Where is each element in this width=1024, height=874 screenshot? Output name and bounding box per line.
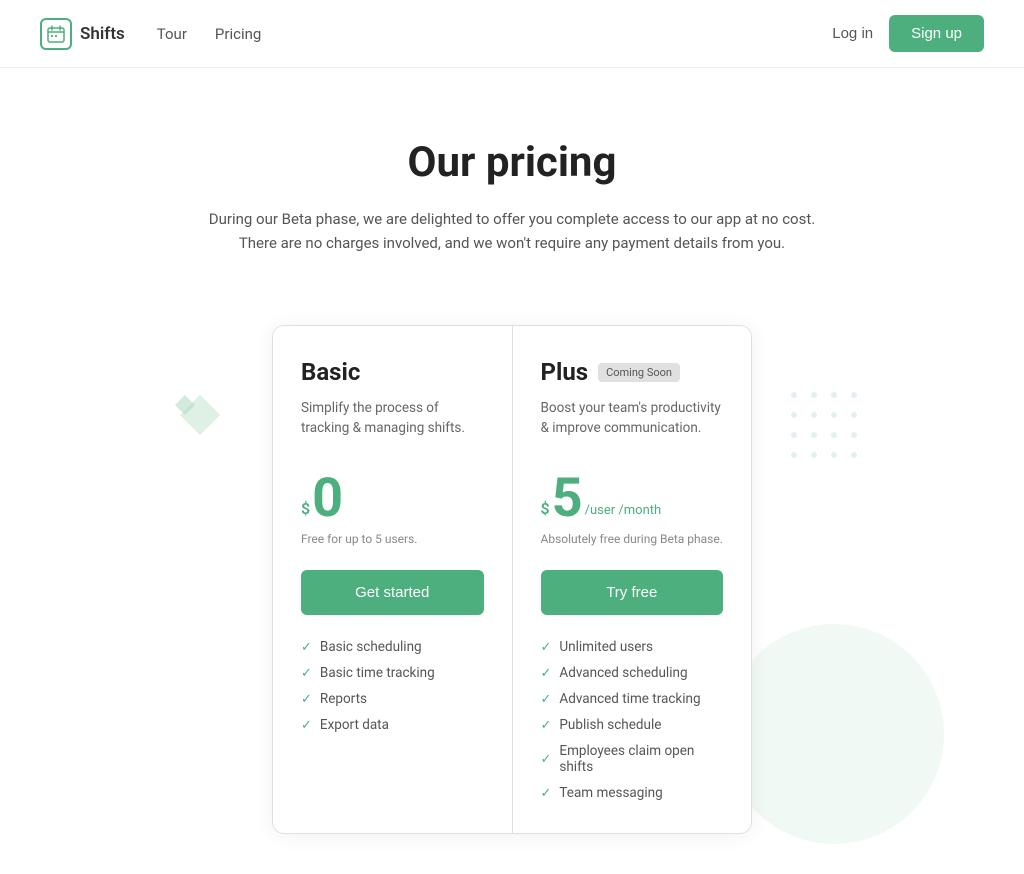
logo-icon (40, 18, 72, 50)
hero-description: During our Beta phase, we are delighted … (202, 207, 822, 255)
plan-basic-title: Basic (301, 358, 484, 386)
check-icon: ✓ (541, 692, 552, 707)
deco-dots (784, 385, 884, 485)
pricing-section: Basic Simplify the process of tracking &… (0, 305, 1024, 874)
login-button[interactable]: Log in (832, 25, 873, 42)
check-icon: ✓ (541, 786, 552, 801)
plan-basic-amount: 0 (312, 472, 343, 526)
plan-plus-description: Boost your team's productivity & improve… (541, 398, 724, 448)
feature-unlimited-users: ✓Unlimited users (541, 639, 724, 655)
feature-advanced-scheduling: ✓Advanced scheduling (541, 665, 724, 681)
check-icon: ✓ (541, 640, 552, 655)
plan-basic-description: Simplify the process of tracking & manag… (301, 398, 484, 448)
plan-plus-amount: 5 (552, 472, 583, 526)
deco-left-shape (170, 385, 230, 445)
plan-plus-title: Plus Coming Soon (541, 358, 724, 386)
plan-basic-price: $ 0 (301, 472, 484, 526)
feature-export-data: ✓Export data (301, 717, 484, 733)
plan-plus-features: ✓Unlimited users ✓Advanced scheduling ✓A… (541, 639, 724, 801)
check-icon: ✓ (301, 718, 312, 733)
check-icon: ✓ (541, 718, 552, 733)
navigation: Shifts Tour Pricing Log in Sign up (0, 0, 1024, 68)
plan-basic-features: ✓Basic scheduling ✓Basic time tracking ✓… (301, 639, 484, 733)
pricing-cards: Basic Simplify the process of tracking &… (272, 325, 752, 834)
plan-plus-price-suffix: /user /month (585, 503, 662, 518)
plan-plus: Plus Coming Soon Boost your team's produ… (512, 326, 752, 833)
feature-reports: ✓Reports (301, 691, 484, 707)
logo[interactable]: Shifts (40, 18, 125, 50)
feature-claim-shifts: ✓Employees claim open shifts (541, 743, 724, 775)
feature-basic-time-tracking: ✓Basic time tracking (301, 665, 484, 681)
feature-publish-schedule: ✓Publish schedule (541, 717, 724, 733)
check-icon: ✓ (541, 752, 552, 767)
nav-link-pricing[interactable]: Pricing (215, 25, 261, 43)
check-icon: ✓ (541, 666, 552, 681)
hero-section: Our pricing During our Beta phase, we ar… (0, 68, 1024, 305)
signup-button[interactable]: Sign up (889, 15, 984, 52)
feature-team-messaging: ✓Team messaging (541, 785, 724, 801)
nav-actions: Log in Sign up (832, 15, 984, 52)
logo-text: Shifts (80, 24, 125, 44)
feature-basic-scheduling: ✓Basic scheduling (301, 639, 484, 655)
plan-basic-price-note: Free for up to 5 users. (301, 532, 484, 546)
deco-right-circle (724, 624, 944, 844)
plan-basic-currency: $ (301, 499, 310, 518)
plan-plus-price-note: Absolutely free during Beta phase. (541, 532, 724, 546)
try-free-button[interactable]: Try free (541, 570, 724, 615)
check-icon: ✓ (301, 692, 312, 707)
coming-soon-badge: Coming Soon (598, 363, 680, 382)
get-started-button[interactable]: Get started (301, 570, 484, 615)
nav-link-tour[interactable]: Tour (157, 25, 187, 43)
check-icon: ✓ (301, 640, 312, 655)
check-icon: ✓ (301, 666, 312, 681)
plan-plus-price: $ 5 /user /month (541, 472, 724, 526)
plan-plus-currency: $ (541, 499, 550, 518)
plan-basic: Basic Simplify the process of tracking &… (273, 326, 512, 833)
page-title: Our pricing (20, 138, 1004, 187)
feature-advanced-time-tracking: ✓Advanced time tracking (541, 691, 724, 707)
nav-links: Tour Pricing (157, 25, 832, 43)
